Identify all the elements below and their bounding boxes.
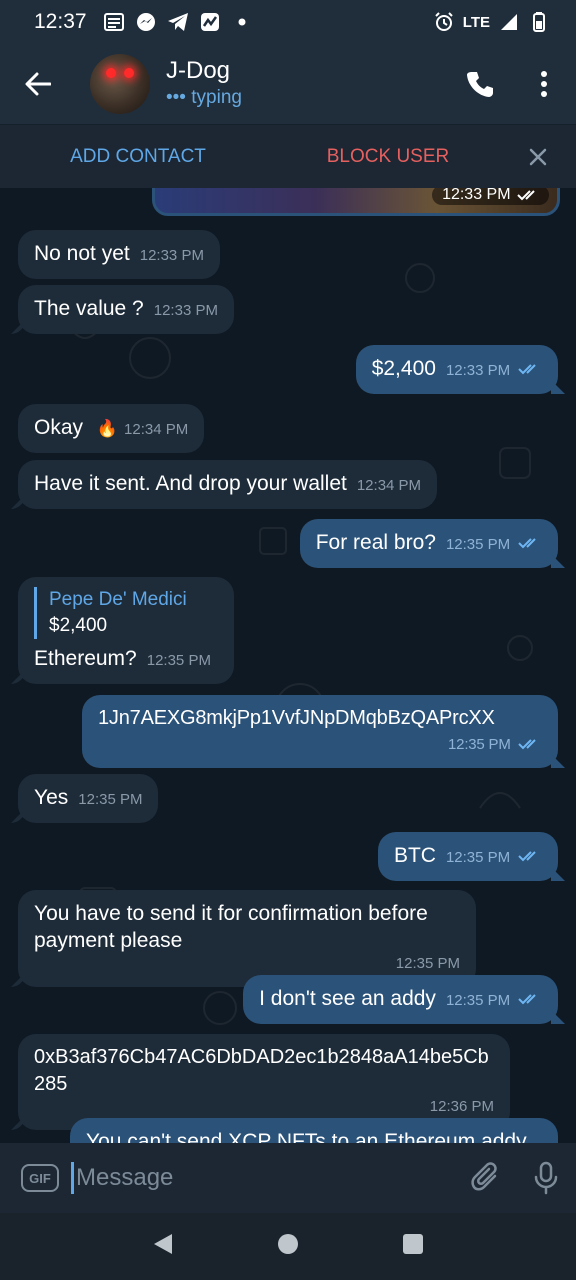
news-icon — [103, 11, 125, 33]
paperclip-icon[interactable] — [456, 1162, 516, 1194]
gif-button[interactable]: GIF — [21, 1164, 59, 1192]
message-bubble[interactable]: BTC 12:35 PM — [377, 832, 558, 881]
message-time: 12:34 PM — [356, 477, 422, 494]
message-composer: GIF Message — [0, 1143, 576, 1213]
more-vertical-icon[interactable] — [512, 44, 576, 124]
signal-icon — [498, 11, 520, 33]
message-time: 12:33 PM — [139, 247, 204, 264]
message-bubble[interactable]: No not yet 12:33 PM — [18, 230, 220, 279]
message-text: The value ? — [34, 297, 144, 320]
telegram-icon — [167, 11, 189, 33]
contact-action-bar: ADD CONTACT BLOCK USER — [0, 124, 576, 188]
read-ticks-icon — [518, 994, 536, 1005]
reply-text: $2,400 — [49, 615, 108, 636]
message-text: You can't send XCP NFTs to an Ethereum a… — [86, 1130, 527, 1143]
message-text: $2,400 — [371, 357, 436, 380]
message-time: 12:35 PM — [445, 849, 511, 866]
typing-dots: ••• — [166, 87, 186, 108]
status-bar: 12:37 LTE — [0, 0, 576, 44]
message-time: 12:34 PM — [124, 421, 189, 438]
message-time: 12:35 PM — [445, 992, 511, 1009]
message-time: 12:36 PM — [429, 1098, 494, 1115]
message-input[interactable]: Message — [76, 1164, 456, 1192]
message-time: 12:35 PM — [78, 791, 143, 808]
back-arrow-icon[interactable] — [0, 44, 76, 124]
message-time: 12:35 PM — [146, 652, 211, 669]
close-icon[interactable] — [500, 148, 576, 166]
reply-preview[interactable]: Pepe De' Medici $2,400 — [34, 587, 218, 639]
status-time: 12:37 — [34, 10, 87, 33]
battery-icon — [528, 11, 550, 33]
message-bubble[interactable]: You have to send it for confirmation bef… — [18, 890, 476, 987]
message-bubble[interactable]: For real bro? 12:35 PM — [299, 519, 558, 568]
message-bubble[interactable]: 0xB3af376Cb47AC6DbDAD2ec1b2848aA14be5Cb2… — [18, 1034, 510, 1130]
message-text: 0xB3af376Cb47AC6DbDAD2ec1b2848aA14be5Cb2… — [34, 1046, 489, 1095]
message-bubble[interactable]: The value ? 12:33 PM — [18, 285, 234, 334]
text-cursor — [71, 1162, 74, 1194]
message-text: Ethereum? — [34, 647, 137, 670]
message-text: You have to send it for confirmation bef… — [34, 902, 428, 952]
avatar[interactable] — [90, 54, 150, 114]
read-ticks-icon — [518, 538, 536, 549]
block-user-button[interactable]: BLOCK USER — [276, 146, 500, 168]
read-ticks-icon — [518, 739, 536, 750]
message-text: For real bro? — [315, 531, 436, 554]
dot-icon — [231, 11, 253, 33]
message-text: Yes — [34, 786, 69, 809]
chat-area[interactable]: 12:33 PM No not yet 12:33 PM The value ? 1… — [0, 188, 576, 1143]
message-bubble[interactable]: 1Jn7AEXG8mkjPp1VvfJNpDMqbBzQAPrcXX 12:35… — [82, 695, 558, 768]
phone-icon[interactable] — [448, 44, 512, 124]
message-time: 12:35 PM — [395, 955, 460, 972]
contact-name: J-Dog — [166, 57, 231, 84]
contact-info[interactable]: J-Dog ••• typing — [166, 57, 448, 111]
message-time: 12:35 PM — [448, 736, 511, 753]
message-time: 12:33 PM — [445, 362, 511, 379]
nav-home-icon[interactable] — [277, 1233, 299, 1260]
message-text: No not yet — [34, 242, 130, 265]
read-ticks-icon — [518, 851, 536, 862]
message-bubble[interactable]: Have it sent. And drop your wallet 12:34 … — [18, 460, 438, 509]
message-bubble[interactable]: Yes 12:35 PM — [18, 774, 159, 823]
messenger-icon — [135, 11, 157, 33]
network-label: LTE — [462, 13, 490, 31]
system-nav-bar — [0, 1213, 576, 1280]
media-message[interactable]: 12:33 PM — [152, 188, 560, 216]
message-text: I don't see an addy — [259, 987, 436, 1010]
message-time: 12:35 PM — [445, 536, 511, 553]
nav-back-icon[interactable] — [152, 1232, 174, 1261]
chat-header: J-Dog ••• typing — [0, 44, 576, 124]
message-bubble[interactable]: $2,400 12:33 PM — [355, 345, 558, 394]
typing-label: typing — [191, 87, 242, 108]
read-ticks-icon — [518, 364, 536, 375]
message-text: BTC — [393, 844, 436, 867]
message-bubble[interactable]: You can't send XCP NFTs to an Ethereum a… — [70, 1118, 558, 1143]
message-bubble[interactable]: Okay 🔥 12:34 PM — [18, 404, 205, 453]
add-contact-button[interactable]: ADD CONTACT — [0, 146, 276, 168]
message-time: 12:33 PM — [153, 302, 218, 319]
contact-status: ••• typing — [166, 85, 448, 111]
message-text: 1Jn7AEXG8mkjPp1VvfJNpDMqbBzQAPrcXX — [98, 707, 495, 729]
fire-emoji: 🔥 — [96, 419, 119, 438]
app-icon — [199, 11, 221, 33]
microphone-icon[interactable] — [516, 1161, 576, 1195]
message-text: Have it sent. And drop your wallet — [34, 472, 347, 495]
alarm-icon — [433, 11, 455, 33]
message-bubble[interactable]: I don't see an addy 12:35 PM — [243, 975, 558, 1024]
message-text: Okay — [34, 416, 84, 439]
reply-author: Pepe De' Medici — [49, 589, 187, 610]
message-bubble-reply[interactable]: Pepe De' Medici $2,400 Ethereum? 12:35 PM — [18, 577, 234, 684]
media-time: 12:33 PM — [432, 188, 549, 205]
nav-recents-icon[interactable] — [402, 1233, 424, 1260]
